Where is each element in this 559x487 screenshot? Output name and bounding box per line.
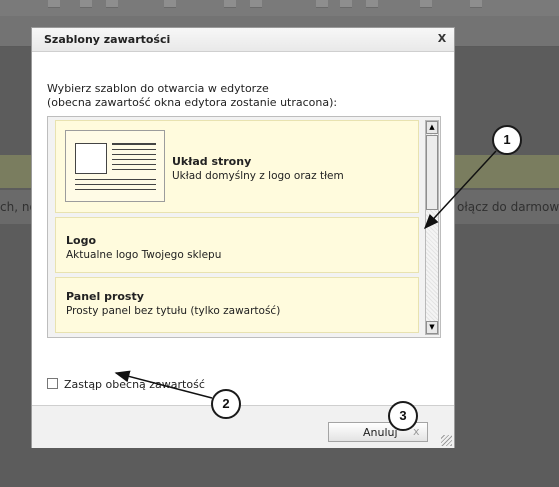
- annotation-marker-3: 3: [388, 401, 418, 431]
- annotation-arrows: [114, 150, 497, 399]
- annotation-arrow-1: [423, 150, 497, 230]
- annotation-arrow-2: [114, 370, 213, 399]
- annotation-marker-1: 1: [492, 125, 522, 155]
- annotation-marker-2: 2: [211, 389, 241, 419]
